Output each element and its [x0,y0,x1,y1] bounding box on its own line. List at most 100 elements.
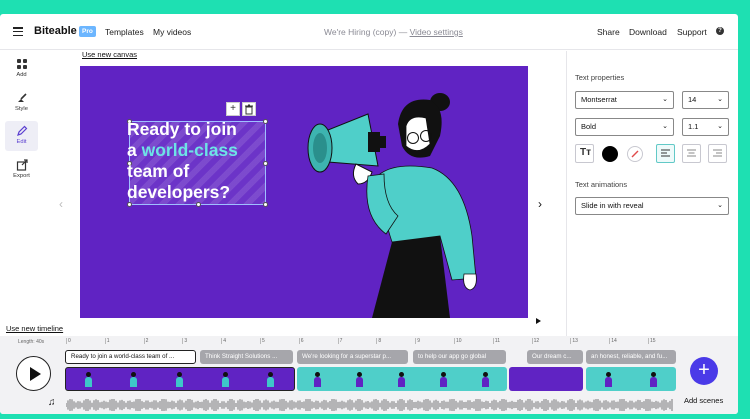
paint-icon [17,93,27,102]
scene-3[interactable] [509,367,583,391]
support-button[interactable]: Support [677,27,707,37]
tool-edit[interactable]: Edit [5,121,38,151]
project-title[interactable]: We're Hiring (copy) [324,27,396,37]
headline-line-2-prefix: a [127,140,142,160]
scene-thumbnail [603,371,615,387]
font-weight-select[interactable]: Bold ⌄ [575,118,674,136]
align-right-button[interactable] [708,144,727,163]
audio-waveform[interactable] [66,399,674,411]
nav-my-videos[interactable]: My videos [153,27,191,37]
grid-icon [16,59,27,69]
text-clip-6[interactable]: an honest, reliable, and fu... [586,350,676,364]
text-case-icon: Tт [580,147,592,158]
help-icon[interactable]: ? [716,27,724,35]
highlight-color-button[interactable] [627,146,643,162]
export-icon [16,159,28,171]
text-clip-5[interactable]: Our dream c... [527,350,583,364]
tool-add[interactable]: Add [5,54,38,84]
text-clip-3[interactable]: We're looking for a superstar p... [297,350,408,364]
scene-thumbnail [312,371,324,387]
align-left-icon [661,149,670,157]
tool-export[interactable]: Export [5,155,38,185]
headline-line-4: developers? [127,182,231,202]
align-center-icon [687,149,696,157]
add-scenes-label: Add scenes [684,396,724,405]
add-scenes-button[interactable]: + [690,357,718,385]
top-bar: Biteable Pro Templates My videos We're H… [0,14,738,50]
scene-thumbnail [354,371,366,387]
chevron-down-icon: ⌄ [662,96,668,103]
pro-badge: Pro [79,26,96,37]
text-properties-heading: Text properties [575,73,625,82]
editor-window: Biteable Pro Templates My videos We're H… [0,14,738,414]
chevron-down-icon: ⌄ [717,96,723,103]
align-center-button[interactable] [682,144,701,163]
scene-thumbnail [396,371,408,387]
add-element-icon[interactable]: + [226,102,240,116]
chevron-down-icon: ⌄ [717,123,723,130]
video-settings-link[interactable]: Video settings [410,27,463,37]
ruler-tick: 4 [221,338,226,344]
share-button[interactable]: Share [597,27,620,37]
tool-add-label: Add [16,72,27,78]
ruler-tick: 5 [260,338,265,344]
font-size-select[interactable]: 14 ⌄ [682,91,729,109]
ruler-tick: 8 [376,338,382,344]
animation-select[interactable]: Slide in with reveal ⌄ [575,197,729,215]
ruler-tick: 10 [454,338,462,344]
headline-line-3: team of [127,161,190,181]
title-separator: — [398,27,408,37]
download-button[interactable]: Download [629,27,667,37]
text-color-swatch[interactable] [602,146,618,162]
music-note-icon[interactable]: ♫ [48,397,56,408]
use-new-canvas-link[interactable]: Use new canvas [82,50,137,59]
ruler-tick: 9 [415,338,420,344]
scene-thumbnail [648,371,660,387]
text-clip-1[interactable]: Ready to join a world-class team of ... [65,350,196,364]
video-length: Length: 40s [18,339,45,345]
headline-line-2: a world-class [127,140,277,161]
use-new-timeline-link[interactable]: Use new timeline [6,324,63,333]
play-button[interactable] [16,356,51,391]
ruler-tick: 15 [648,338,656,344]
prev-scene-arrow-icon[interactable]: ‹ [59,197,63,211]
chevron-down-icon: ⌄ [662,123,668,130]
headline-text[interactable]: Ready to join a world-class team of deve… [127,119,277,203]
scene-thumbnail [128,371,140,387]
video-canvas[interactable]: Ready to join a world-class team of deve… [80,66,528,318]
tool-style[interactable]: Style [5,88,38,118]
next-scene-arrow-icon[interactable]: › [538,197,542,211]
nav-templates[interactable]: Templates [105,27,144,37]
scene-thumbnail [438,371,450,387]
align-left-button[interactable] [656,144,675,163]
scene-1[interactable] [65,367,295,391]
scene-thumbnail [220,371,232,387]
headline-line-1: Ready to join [127,119,237,139]
text-clip-2[interactable]: Think Straight Solutions ... [200,350,293,364]
line-height-select[interactable]: 1.1 ⌄ [682,118,729,136]
tool-export-label: Export [13,173,30,179]
ruler-tick: 0 [66,338,71,344]
scene-thumbnail [480,371,492,387]
timeline-ruler[interactable]: 0 1 2 3 4 5 6 7 8 9 10 11 12 13 14 15 [66,338,676,347]
font-family-select[interactable]: Montserrat ⌄ [575,91,674,109]
textbox-toolbar: + [226,102,256,116]
menu-icon[interactable] [13,27,23,37]
eyedropper-icon [631,150,639,158]
scene-thumbnail [83,371,95,387]
preview-play-icon[interactable] [536,318,541,324]
font-size-value: 14 [688,95,697,104]
font-family-value: Montserrat [581,95,617,104]
text-case-button[interactable]: Tт [575,144,594,163]
properties-panel: Text properties Montserrat ⌄ 14 ⌄ Bold ⌄ 1.… [566,51,738,343]
scene-4[interactable] [586,367,676,391]
scene-thumbnail [174,371,186,387]
trash-icon[interactable] [242,102,256,116]
text-animations-heading: Text animations [575,180,628,189]
text-clip-4[interactable]: to help our app go global [413,350,506,364]
brand-logo[interactable]: Biteable [34,25,77,37]
scene-thumbnail [265,371,277,387]
scene-2[interactable] [297,367,507,391]
pencil-icon [16,125,27,136]
line-height-value: 1.1 [688,122,699,131]
